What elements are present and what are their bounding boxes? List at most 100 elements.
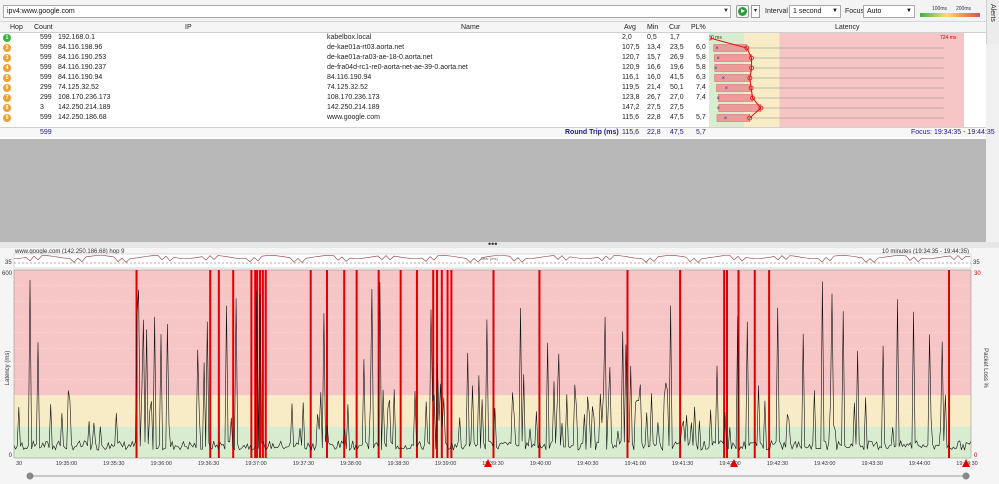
scrollbar-thumb-left[interactable]	[26, 472, 34, 480]
hop-cur-marker: ×	[715, 46, 719, 52]
hop-status-icon: 6	[3, 84, 11, 92]
col-ip[interactable]: IP	[185, 24, 192, 31]
packet-loss-bar	[538, 270, 541, 458]
chevron-down-icon: ▼	[832, 8, 838, 14]
packet-loss-bar	[250, 270, 253, 458]
hop-avg: 120,7	[622, 54, 640, 61]
hop-cur: 41,5	[670, 74, 684, 81]
hop-avg: 147,2	[622, 104, 640, 111]
hop-count: 599	[40, 114, 52, 121]
hop-name: 142.250.214.189	[327, 104, 380, 111]
hop-cur: 50,1	[670, 84, 684, 91]
jitter-right-tick: 35	[973, 260, 980, 266]
hop-avg-bar	[714, 64, 752, 72]
jitter-left-tick: 35	[5, 260, 12, 266]
hop-name: kabelbox.local	[327, 34, 372, 41]
col-hop[interactable]: Hop	[10, 24, 23, 31]
packet-loss-bar	[264, 270, 267, 458]
legend-gradient	[920, 13, 980, 17]
hop-avg-bar	[716, 84, 752, 92]
col-latency[interactable]: Latency	[835, 24, 860, 31]
hop-cur-marker: ×	[724, 116, 728, 122]
hop-pl: 7,4	[696, 84, 706, 91]
latency-column-graph: 0 ms 724 ms××××××××	[709, 33, 964, 128]
hop-status-icon: 5	[3, 74, 11, 82]
alerts-tab[interactable]: Alerts	[986, 0, 999, 44]
packet-loss-bar	[440, 270, 443, 458]
hop-pl: 7,4	[696, 94, 706, 101]
hop-cur-marker: ×	[722, 76, 726, 82]
latency-color-legend: 100ms 200ms	[920, 6, 980, 17]
summary-cur: 47,5	[670, 129, 684, 136]
hop-ip: 84.116.198.96	[58, 44, 103, 51]
hop-cur-marker: ×	[717, 106, 721, 112]
x-tick-label: 19:37:00	[245, 461, 266, 467]
hop-avg: 107,5	[622, 44, 640, 51]
hop-avg-bar	[714, 74, 751, 82]
interval-value: 1 second	[793, 8, 822, 15]
jitter-label: Jitter (ms)	[480, 256, 498, 261]
col-name[interactable]: Name	[461, 24, 480, 31]
x-tick-label: 19:40:30	[577, 461, 598, 467]
col-count[interactable]: Count	[34, 24, 53, 31]
hop-status-icon: 7	[3, 94, 11, 102]
hop-cur-marker: ×	[725, 86, 729, 92]
summary-row: 599 Round Trip (ms) 115,6 22,8 47,5 5,7 …	[0, 127, 995, 137]
col-avg[interactable]: Avg	[624, 24, 636, 31]
hop-pl: 6,3	[696, 74, 706, 81]
focus-value: Auto	[867, 8, 882, 15]
x-tick-label: 19:39:00	[435, 461, 456, 467]
y-axis-label: Latency (ms)	[5, 351, 11, 386]
hop-avg: 116,1	[622, 74, 639, 81]
packet-loss-bar	[232, 270, 235, 458]
start-button[interactable]	[736, 5, 749, 18]
hop-pl: 6,0	[696, 44, 706, 51]
x-tick-label: 19:41:30	[672, 461, 693, 467]
hop-min: 0,5	[647, 34, 657, 41]
x-tick-label: 19:44:00	[909, 461, 930, 467]
hop-min: 16,6	[647, 64, 661, 71]
summary-count: 599	[40, 129, 52, 136]
hop-count: 299	[40, 94, 52, 101]
hop-pl: 5,7	[696, 114, 706, 121]
x-tick-label: 19:37:30	[293, 461, 314, 467]
summary-focus: Focus: 19:34:35 - 19:44:35	[911, 129, 995, 136]
x-tick-label: 19:43:30	[861, 461, 882, 467]
hop-avg-bar	[716, 114, 750, 122]
packet-loss-bar	[399, 270, 402, 458]
y-right-axis-label: Packet Loss %	[982, 348, 988, 388]
hop-min: 27,5	[647, 104, 661, 111]
hop-cur: 27,0	[670, 94, 684, 101]
interval-select[interactable]: 1 second ▼	[789, 5, 841, 18]
col-min[interactable]: Min	[647, 24, 658, 31]
hop-min: 13,4	[647, 44, 661, 51]
hop-min: 16,0	[647, 74, 661, 81]
hop-name: de-kae01a-rt03.aorta.net	[327, 44, 405, 51]
focus-select[interactable]: Auto ▼	[863, 5, 915, 18]
hop-cur: 1,7	[670, 34, 680, 41]
legend-200-label: 200ms	[956, 6, 972, 12]
scrollbar-thumb-right[interactable]	[962, 472, 970, 480]
hop-ip: 192.168.0.1	[58, 34, 95, 41]
hop-avg-bar	[714, 54, 752, 62]
hop-count: 299	[40, 84, 52, 91]
hop-status-icon: 1	[3, 34, 11, 42]
target-input[interactable]: ipv4:www.google.com	[3, 5, 731, 18]
x-tick-label: 19:43:00	[814, 461, 835, 467]
col-cur[interactable]: Cur	[669, 24, 680, 31]
hop-cur: 23,5	[670, 44, 684, 51]
hop-cur: 19,6	[670, 64, 684, 71]
hop-name: 74.125.32.52	[327, 84, 368, 91]
hop-min: 21,4	[647, 84, 661, 91]
timeline-scrollbar[interactable]	[30, 475, 970, 477]
hop-avg-bar	[718, 94, 753, 102]
target-dropdown-icon[interactable]: ▼	[722, 7, 730, 16]
packet-loss-bar	[217, 270, 220, 458]
start-options-dropdown-icon[interactable]: ▾	[751, 5, 760, 18]
summary-avg: 115,6	[622, 129, 639, 136]
hop-count: 3	[40, 104, 44, 111]
hop-ip: 108.170.236.173	[58, 94, 111, 101]
x-tick-label: 19:41:00	[624, 461, 645, 467]
col-pl[interactable]: PL%	[691, 24, 706, 31]
hop-cur-marker: ×	[716, 56, 720, 62]
